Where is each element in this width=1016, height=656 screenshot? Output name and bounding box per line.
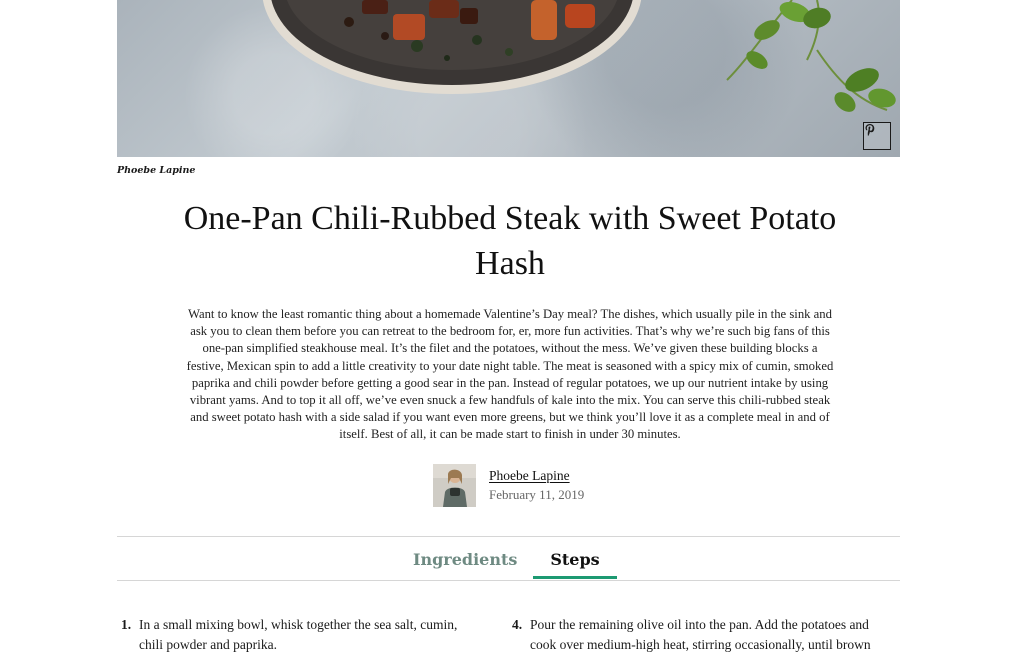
author-byline: Phoebe Lapine February 11, 2019 <box>433 463 584 507</box>
photo-credit: Phoebe Lapine <box>117 165 196 176</box>
tabs-top-divider <box>117 536 900 537</box>
hero-photo <box>117 0 900 157</box>
step-item: 4. Pour the remaining olive oil into the… <box>512 615 872 654</box>
tab-steps[interactable]: Steps <box>533 540 617 580</box>
steps-column-right: 4. Pour the remaining olive oil into the… <box>512 615 872 654</box>
step-text: In a small mixing bowl, whisk together t… <box>139 617 458 652</box>
recipe-tabs: Ingredients Steps <box>117 540 900 580</box>
author-avatar-image <box>433 463 476 507</box>
recipe-title: One-Pan Chili-Rubbed Steak with Sweet Po… <box>183 200 837 282</box>
hero-photo-illustration <box>262 0 896 112</box>
author-avatar[interactable] <box>433 463 476 507</box>
publish-date: February 11, 2019 <box>489 486 585 502</box>
tabs-bottom-divider <box>117 580 900 581</box>
tab-ingredients[interactable]: Ingredients <box>413 540 517 580</box>
step-number: 1. <box>121 617 132 632</box>
active-tab-indicator <box>533 576 617 579</box>
author-name-link[interactable]: Phoebe Lapine <box>489 467 584 485</box>
steps-column-left: 1. In a small mixing bowl, whisk togethe… <box>121 615 481 654</box>
pinterest-icon <box>865 124 875 136</box>
step-number: 4. <box>512 617 523 632</box>
pinterest-save-button[interactable] <box>863 122 891 150</box>
recipe-intro: Want to know the least romantic thing ab… <box>186 307 834 442</box>
step-text: Pour the remaining olive oil into the pa… <box>530 617 871 652</box>
step-item: 1. In a small mixing bowl, whisk togethe… <box>121 615 481 654</box>
